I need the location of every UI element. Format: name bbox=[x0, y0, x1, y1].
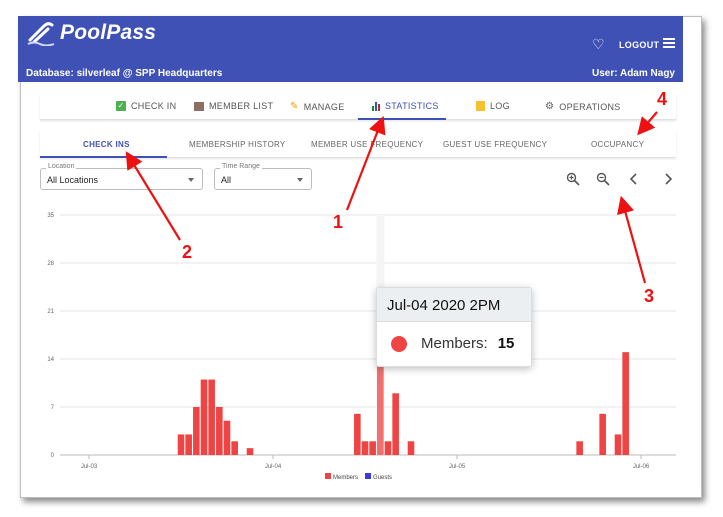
arrow-2 bbox=[125, 151, 181, 241]
arrow-1 bbox=[345, 115, 386, 211]
callout-4: 4 bbox=[657, 89, 668, 109]
callout-1: 1 bbox=[333, 212, 344, 232]
callout-3: 3 bbox=[644, 286, 655, 306]
arrow-3 bbox=[617, 195, 647, 284]
arrow-4 bbox=[637, 111, 658, 136]
annotation-arrows bbox=[125, 111, 658, 284]
callout-2: 2 bbox=[182, 242, 193, 262]
